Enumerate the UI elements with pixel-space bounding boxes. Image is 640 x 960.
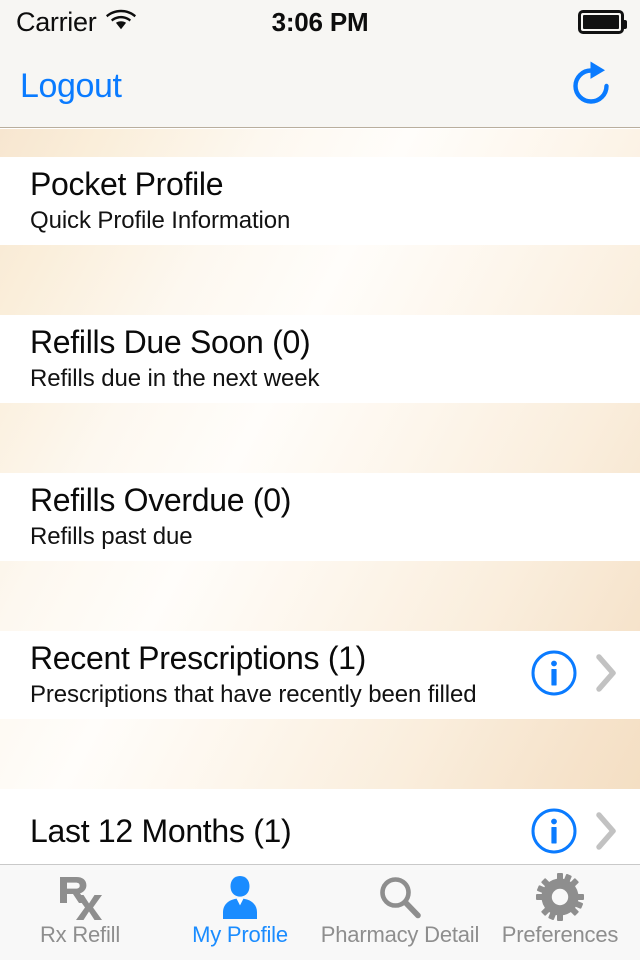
- refresh-icon[interactable]: [562, 57, 620, 115]
- list-item-accessory: [530, 807, 626, 860]
- status-bar-left: Carrier: [16, 6, 137, 37]
- list-item-title: Refills Due Soon (0): [30, 324, 311, 361]
- list-item[interactable]: Recent Prescriptions (1) Prescriptions t…: [0, 631, 640, 719]
- rx-icon: [52, 873, 108, 921]
- list-item[interactable]: Refills Overdue (0) Refills past due: [0, 473, 640, 561]
- tab-rx-refill[interactable]: Rx Refill: [0, 864, 160, 960]
- list-item-accessory: [530, 649, 626, 702]
- status-bar: Carrier 3:06 PM: [0, 0, 640, 44]
- status-bar-right: [578, 10, 627, 34]
- list-item-subtitle: Refills due in the next week: [30, 364, 320, 392]
- list-item[interactable]: Pocket Profile Quick Profile Information: [0, 157, 640, 245]
- gear-icon: [536, 873, 584, 921]
- app-screen: Carrier 3:06 PM Logout Pocket Profile Qu…: [0, 0, 640, 960]
- list-item-title: Last 12 Months (1): [30, 812, 292, 849]
- chevron-right-icon[interactable]: [594, 809, 620, 858]
- tab-my-profile[interactable]: My Profile: [160, 864, 320, 960]
- tab-preferences[interactable]: Preferences: [480, 864, 640, 960]
- info-icon[interactable]: [530, 649, 578, 702]
- tab-label: My Profile: [192, 922, 288, 947]
- clock-label: 3:06 PM: [271, 6, 369, 37]
- chevron-right-icon[interactable]: [594, 651, 620, 700]
- list-item-title: Pocket Profile: [30, 166, 224, 203]
- profile-list: Pocket Profile Quick Profile Information…: [0, 129, 640, 864]
- info-icon[interactable]: [530, 807, 578, 860]
- tab-label: Rx Refill: [39, 922, 121, 947]
- list-item[interactable]: Last 12 Months (1): [0, 789, 640, 864]
- wifi-icon: [106, 8, 137, 36]
- list-item-title: Recent Prescriptions (1): [30, 640, 367, 677]
- carrier-label: Carrier: [16, 6, 97, 37]
- list-item-text-group: Pocket Profile Quick Profile Information: [30, 166, 626, 236]
- tab-bar: Rx Refill My Profile Pharmacy Detail Pre…: [0, 864, 640, 960]
- list-item-title: Refills Overdue (0): [30, 482, 292, 519]
- tab-pharmacy-detail[interactable]: Pharmacy Detail: [320, 864, 480, 960]
- list-item-text-group: Refills Due Soon (0) Refills due in the …: [30, 324, 626, 394]
- battery-nub: [623, 20, 627, 29]
- battery-full-icon: [578, 10, 627, 34]
- list-item-subtitle: Refills past due: [30, 522, 193, 550]
- list-item-text-group: Last 12 Months (1): [30, 813, 530, 854]
- list-item-subtitle: Prescriptions that have recently been fi…: [30, 680, 477, 708]
- search-icon: [376, 873, 424, 921]
- battery-fill: [583, 15, 619, 29]
- person-icon: [217, 873, 263, 921]
- list-item[interactable]: Refills Due Soon (0) Refills due in the …: [0, 315, 640, 403]
- tab-label: Pharmacy Detail: [320, 922, 480, 947]
- logout-button[interactable]: Logout: [20, 69, 122, 103]
- tab-label: Preferences: [501, 922, 619, 947]
- list-item-text-group: Refills Overdue (0) Refills past due: [30, 482, 626, 552]
- list-item-text-group: Recent Prescriptions (1) Prescriptions t…: [30, 640, 530, 710]
- list-item-subtitle: Quick Profile Information: [30, 206, 291, 234]
- navigation-bar: Logout: [0, 44, 640, 128]
